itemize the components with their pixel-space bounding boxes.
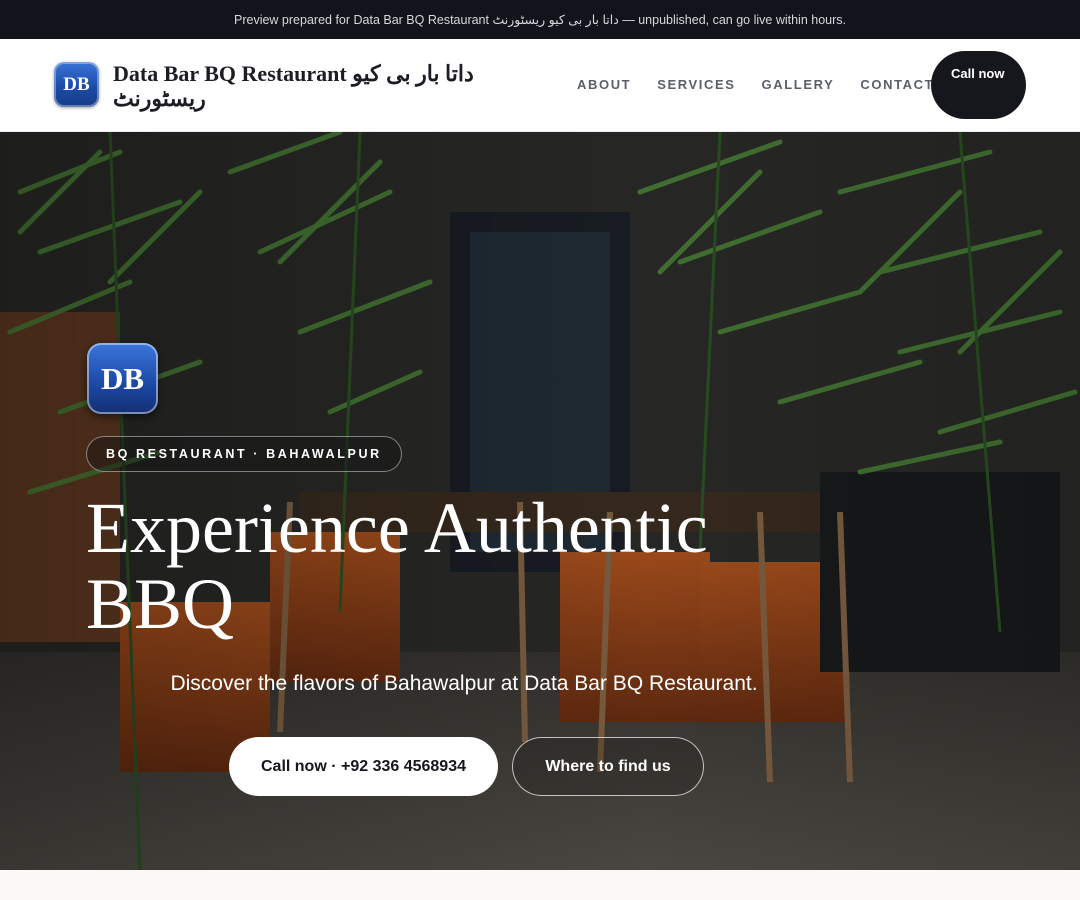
preview-banner: Preview prepared for Data Bar BQ Restaur…: [0, 0, 1080, 39]
brand-name[interactable]: Data Bar BQ Restaurant داتا بار بی کیو ر…: [113, 61, 503, 111]
next-section-edge: [0, 870, 1080, 900]
hero-eyebrow-pill: BQ RESTAURANT · BAHAWALPUR: [86, 436, 402, 472]
hero-section: DB BQ RESTAURANT · BAHAWALPUR Experience…: [0, 132, 1080, 870]
header-call-now-button[interactable]: Call now: [931, 51, 1026, 119]
nav-link-gallery[interactable]: GALLERY: [762, 77, 835, 92]
hero-title: Experience Authentic BBQ: [86, 488, 708, 644]
preview-banner-text: Preview prepared for Data Bar BQ Restaur…: [234, 13, 846, 27]
nav-link-contact[interactable]: CONTACT: [860, 77, 934, 92]
nav-link-services[interactable]: SERVICES: [657, 77, 735, 92]
logo-badge[interactable]: DB: [54, 62, 99, 107]
nav-link-about[interactable]: ABOUT: [577, 77, 631, 92]
site-header: DB Data Bar BQ Restaurant داتا بار بی کی…: [0, 39, 1080, 132]
hero-subtitle: Discover the flavors of Bahawalpur at Da…: [170, 672, 758, 695]
main-nav: ABOUT SERVICES GALLERY CONTACT: [577, 77, 960, 92]
hero-logo-badge: DB: [87, 343, 158, 414]
where-to-find-us-button[interactable]: Where to find us: [512, 737, 704, 796]
hero-call-now-button[interactable]: Call now · +92 336 4568934: [229, 737, 498, 796]
